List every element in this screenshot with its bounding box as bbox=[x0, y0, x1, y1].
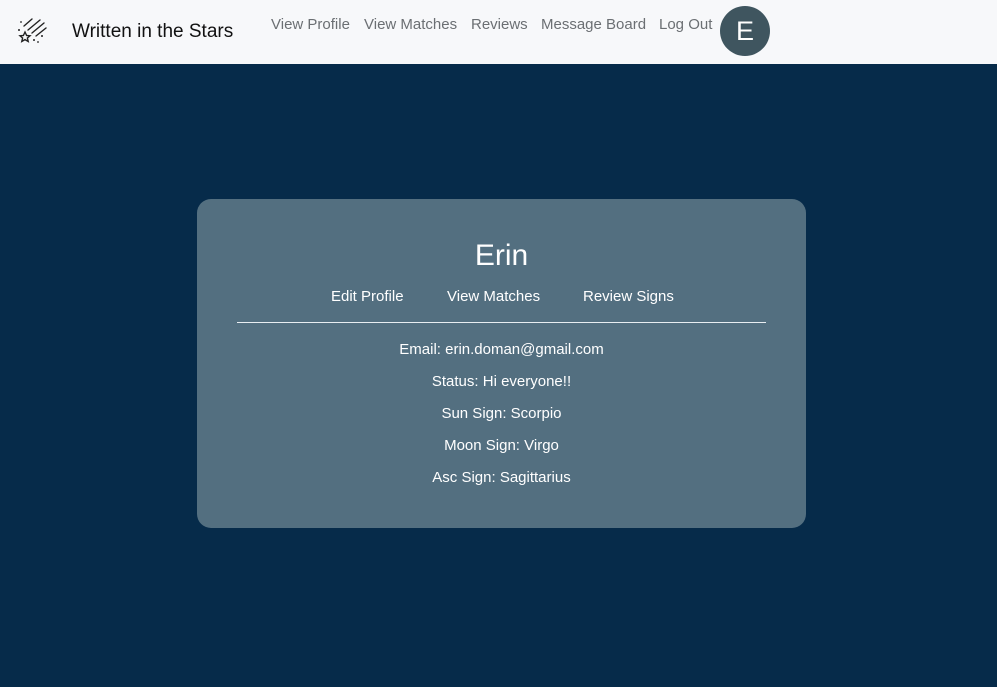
profile-asc-sign: Asc Sign: Sagittarius bbox=[432, 469, 571, 486]
nav-log-out[interactable]: Log Out bbox=[659, 16, 712, 33]
profile-email: Email: erin.doman@gmail.com bbox=[399, 341, 604, 358]
nav-message-board[interactable]: Message Board bbox=[541, 16, 646, 33]
user-avatar[interactable]: E bbox=[720, 6, 770, 56]
profile-moon-sign: Moon Sign: Virgo bbox=[444, 437, 559, 454]
card-divider bbox=[237, 322, 766, 323]
profile-name: Erin bbox=[474, 239, 529, 272]
profile-card: Erin Edit Profile View Matches Review Si… bbox=[197, 199, 806, 528]
profile-status: Status: Hi everyone!! bbox=[431, 373, 572, 390]
nav-view-matches[interactable]: View Matches bbox=[364, 16, 457, 33]
profile-sun-sign: Sun Sign: Scorpio bbox=[441, 405, 562, 422]
shooting-stars-icon[interactable] bbox=[16, 16, 48, 44]
nav-view-profile[interactable]: View Profile bbox=[271, 16, 350, 33]
review-signs-link[interactable]: Review Signs bbox=[583, 288, 674, 305]
nav-reviews[interactable]: Reviews bbox=[471, 16, 528, 33]
view-matches-link[interactable]: View Matches bbox=[447, 288, 540, 305]
edit-profile-link[interactable]: Edit Profile bbox=[331, 288, 404, 305]
top-navbar: Written in the Stars View Profile View M… bbox=[0, 0, 997, 64]
brand-title[interactable]: Written in the Stars bbox=[72, 21, 233, 43]
